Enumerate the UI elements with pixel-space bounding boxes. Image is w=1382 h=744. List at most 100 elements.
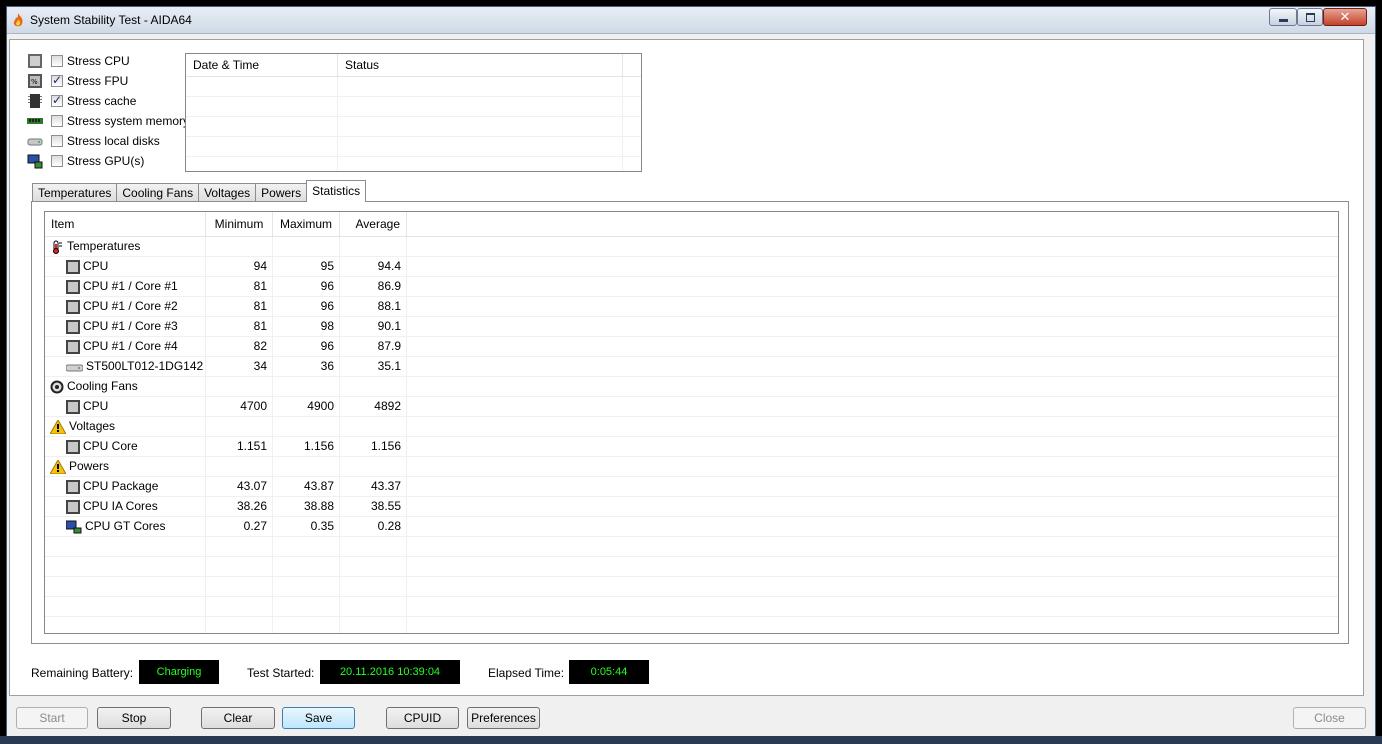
preferences-button[interactable]: Preferences — [467, 707, 540, 729]
window-title: System Stability Test - AIDA64 — [30, 13, 192, 27]
log-row — [186, 77, 641, 97]
svg-text:%: % — [31, 78, 38, 86]
group-row-cooling-fans[interactable]: Cooling Fans — [45, 377, 1338, 397]
cell-minimum: 4700 — [206, 397, 273, 416]
warning-icon — [50, 419, 66, 434]
test-started-value: 20.11.2016 10:39:04 — [320, 660, 460, 684]
cpu-icon — [66, 399, 80, 414]
stress-cache-checkbox[interactable] — [51, 93, 63, 107]
gpu-icon — [66, 520, 82, 533]
cell-minimum: 34 — [206, 357, 273, 376]
column-maximum[interactable]: Maximum — [273, 212, 340, 236]
disk-icon — [66, 364, 83, 371]
stop-button[interactable]: Stop — [97, 707, 171, 729]
table-row[interactable]: CPU 94 95 94.4 — [45, 257, 1338, 277]
cell-minimum: 81 — [206, 297, 273, 316]
empty-row — [45, 537, 1338, 557]
tab-powers[interactable]: Powers — [255, 183, 308, 202]
start-button[interactable]: Start — [16, 707, 88, 729]
stress-gpu-option[interactable]: Stress GPU(s) — [27, 151, 144, 171]
cpuid-button[interactable]: CPUID — [386, 707, 459, 729]
cell-maximum: 43.87 — [273, 477, 340, 496]
table-row[interactable]: CPU #1 / Core #4 82 96 87.9 — [45, 337, 1338, 357]
group-row-voltages[interactable]: Voltages — [45, 417, 1338, 437]
stress-gpu-checkbox[interactable] — [51, 155, 63, 167]
table-row[interactable]: CPU #1 / Core #1 81 96 86.9 — [45, 277, 1338, 297]
table-row[interactable]: CPU #1 / Core #2 81 96 88.1 — [45, 297, 1338, 317]
table-row[interactable]: CPU IA Cores 38.26 38.88 38.55 — [45, 497, 1338, 517]
cell-maximum: 96 — [273, 337, 340, 356]
stress-disks-option[interactable]: Stress local disks — [27, 131, 160, 151]
empty-row — [45, 577, 1338, 597]
table-row[interactable]: ST500LT012-1DG142 34 36 35.1 — [45, 357, 1338, 377]
save-button[interactable]: Save — [282, 707, 355, 729]
group-row-temperatures[interactable]: Temperatures — [45, 237, 1338, 257]
battery-status: Charging — [139, 660, 219, 684]
table-row[interactable]: CPU GT Cores 0.27 0.35 0.28 — [45, 517, 1338, 537]
title-bar[interactable]: System Stability Test - AIDA64 ✕ — [7, 7, 1375, 34]
group-label: Voltages — [69, 419, 116, 433]
maximize-button[interactable] — [1297, 8, 1323, 26]
column-average[interactable]: Average — [340, 212, 407, 236]
cache-chip-icon — [28, 94, 42, 108]
memory-icon — [27, 118, 43, 124]
table-row[interactable]: CPU Core 1.151 1.156 1.156 — [45, 437, 1338, 457]
row-label: CPU #1 / Core #2 — [83, 299, 178, 313]
stress-memory-checkbox[interactable] — [51, 115, 63, 127]
cell-minimum: 81 — [206, 277, 273, 296]
cpu-icon — [66, 499, 80, 514]
row-label: CPU IA Cores — [83, 499, 158, 513]
tab-cooling-fans[interactable]: Cooling Fans — [116, 183, 200, 202]
log-row — [186, 137, 641, 157]
group-label: Powers — [69, 459, 110, 473]
tab-statistics[interactable]: Statistics — [306, 180, 367, 202]
log-column-status[interactable]: Status — [338, 54, 623, 76]
cell-minimum: 82 — [206, 337, 273, 356]
stress-fpu-checkbox[interactable] — [51, 73, 63, 87]
table-row[interactable]: CPU #1 / Core #3 81 98 90.1 — [45, 317, 1338, 337]
column-minimum[interactable]: Minimum — [206, 212, 273, 236]
group-row-powers[interactable]: Powers — [45, 457, 1338, 477]
cell-average: 35.1 — [340, 357, 407, 376]
cpu-icon — [28, 54, 42, 68]
tab-voltages[interactable]: Voltages — [198, 183, 257, 202]
cell-minimum: 43.07 — [206, 477, 273, 496]
cell-average: 94.4 — [340, 257, 407, 276]
close-window-button[interactable]: ✕ — [1323, 8, 1367, 26]
row-label: CPU #1 / Core #1 — [83, 279, 178, 293]
close-button[interactable]: Close — [1293, 707, 1366, 729]
disk-icon — [27, 138, 43, 146]
minimize-button[interactable] — [1269, 8, 1297, 26]
stress-memory-option[interactable]: Stress system memory — [27, 111, 189, 131]
cpu-icon — [66, 319, 80, 334]
stress-cpu-option[interactable]: Stress CPU — [27, 51, 130, 71]
stress-cpu-checkbox[interactable] — [51, 55, 63, 67]
row-label: CPU #1 / Core #4 — [83, 339, 178, 353]
stress-cache-option[interactable]: Stress cache — [27, 91, 136, 111]
tab-strip: Temperatures Cooling Fans Voltages Power… — [32, 180, 367, 202]
cell-minimum: 94 — [206, 257, 273, 276]
taskbar — [0, 736, 1382, 744]
row-label: CPU Core — [83, 439, 138, 453]
statistics-table[interactable]: Item Minimum Maximum Average Temperature… — [44, 211, 1339, 634]
tab-temperatures[interactable]: Temperatures — [32, 183, 118, 202]
fpu-icon: % — [28, 74, 42, 88]
thermometer-icon — [53, 240, 62, 254]
cell-maximum: 1.156 — [273, 437, 340, 456]
cpu-icon — [66, 439, 80, 454]
stress-gpu-label: Stress GPU(s) — [67, 154, 145, 168]
group-label: Temperatures — [67, 239, 141, 253]
fan-icon — [50, 380, 64, 393]
log-row — [186, 117, 641, 137]
table-row[interactable]: CPU 4700 4900 4892 — [45, 397, 1338, 417]
cell-maximum: 0.35 — [273, 517, 340, 536]
column-item[interactable]: Item — [45, 212, 206, 236]
stats-header: Item Minimum Maximum Average — [45, 212, 1338, 237]
clear-button[interactable]: Clear — [201, 707, 275, 729]
event-log-list[interactable]: Date & Time Status — [185, 53, 642, 172]
stress-fpu-option[interactable]: % Stress FPU — [27, 71, 128, 91]
stress-disks-checkbox[interactable] — [51, 135, 63, 147]
stress-fpu-label: Stress FPU — [67, 74, 129, 88]
table-row[interactable]: CPU Package 43.07 43.87 43.37 — [45, 477, 1338, 497]
log-column-datetime[interactable]: Date & Time — [186, 54, 338, 76]
